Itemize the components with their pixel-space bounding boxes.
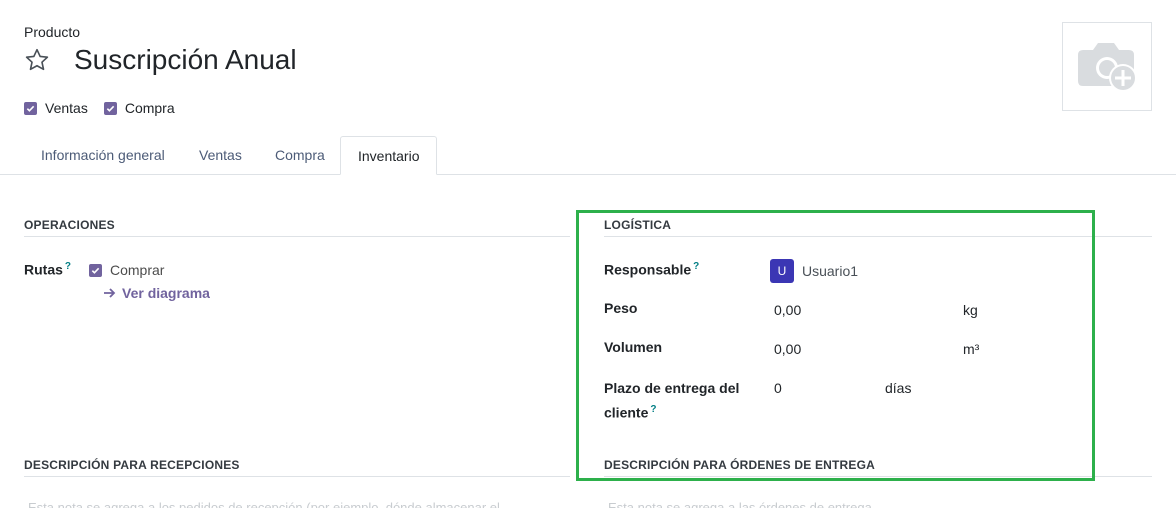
section-descripcion-recepciones: DESCRIPCIÓN PARA RECEPCIONES [24, 458, 570, 477]
camera-add-icon [1078, 42, 1137, 92]
recepciones-note-input[interactable]: Esta nota se agrega a los pedidos de rec… [28, 500, 568, 508]
product-form: Producto Suscripción Anual Ventas Compra [0, 0, 1176, 508]
ver-diagrama-link[interactable]: Ver diagrama [103, 285, 210, 301]
title-row: Suscripción Anual [24, 44, 297, 76]
checkbox-compra[interactable]: Compra [103, 100, 175, 116]
notebook-tabs: Información general Ventas Compra Invent… [0, 136, 1176, 175]
checkbox-checked-icon[interactable] [89, 263, 102, 277]
highlight-box [576, 210, 1095, 481]
product-flags: Ventas Compra [24, 100, 191, 116]
checkbox-label: Compra [124, 100, 175, 116]
tab-compra[interactable]: Compra [258, 136, 342, 175]
checkbox-ventas[interactable]: Ventas [24, 100, 88, 116]
link-text: Ver diagrama [122, 285, 210, 301]
entrega-note-input[interactable]: Esta nota se agrega a las órdenes de ent… [608, 500, 1148, 508]
record-type-label: Producto [24, 24, 81, 40]
tab-inventario[interactable]: Inventario [340, 136, 438, 175]
section-operaciones: OPERACIONES [24, 218, 570, 237]
product-name[interactable]: Suscripción Anual [74, 44, 297, 76]
tab-informacion-general[interactable]: Información general [24, 136, 182, 175]
product-image-upload[interactable] [1062, 22, 1152, 111]
arrow-right-icon [104, 288, 116, 298]
checkbox-label: Ventas [45, 100, 88, 116]
tab-ventas[interactable]: Ventas [182, 136, 259, 175]
route-label: Comprar [110, 262, 165, 278]
route-comprar[interactable]: Comprar [89, 262, 164, 278]
star-icon[interactable] [24, 47, 50, 73]
checkbox-checked-icon[interactable] [24, 101, 37, 115]
help-icon[interactable]: ? [65, 261, 71, 272]
rutas-label-text: Rutas [24, 261, 63, 278]
rutas-label: Rutas? [24, 261, 71, 278]
checkbox-checked-icon[interactable] [103, 101, 117, 115]
